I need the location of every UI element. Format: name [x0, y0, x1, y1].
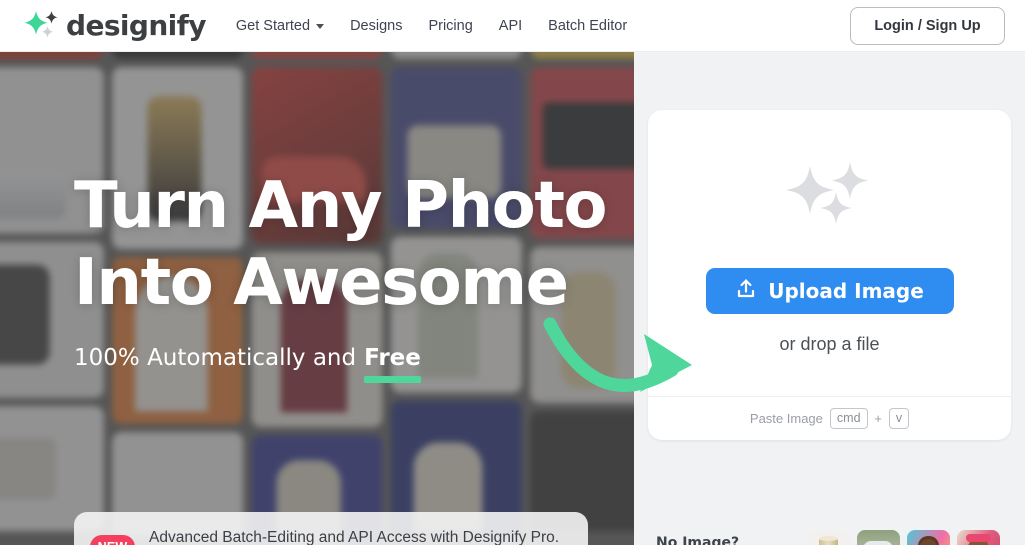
page-title: Turn Any Photo Into Awesome: [74, 168, 607, 323]
sample-thumbnails: [807, 530, 1001, 545]
paste-image-label: Paste Image: [749, 411, 823, 426]
logo[interactable]: designify: [20, 9, 207, 43]
promo-banner-text: Advanced Batch-Editing and API Access wi…: [149, 529, 560, 545]
key-v: v: [888, 407, 910, 430]
nav-item-get-started[interactable]: Get Started: [235, 17, 325, 34]
nav-label: Get Started: [235, 17, 311, 34]
nav-item-api[interactable]: API: [499, 18, 522, 34]
subtitle-highlight: Free: [364, 344, 421, 383]
drop-file-text: or drop a file: [779, 334, 880, 354]
headline-line-1: Turn Any Photo: [74, 169, 607, 243]
upload-button-label: Upload Image: [768, 279, 924, 303]
nav-item-designs[interactable]: Designs: [350, 18, 402, 34]
nav-item-pricing[interactable]: Pricing: [428, 18, 472, 34]
woman-portrait-thumbnail[interactable]: [957, 530, 1001, 545]
login-signup-button[interactable]: Login / Sign Up: [850, 7, 1005, 45]
paste-image-hint: Paste Image cmd + v: [648, 396, 1011, 440]
nav-item-batch-editor[interactable]: Batch Editor: [548, 18, 627, 34]
sparkles-icon: [780, 158, 880, 230]
sample-label-line-1: No Image?: [656, 535, 740, 545]
status-badge: NEW: [90, 535, 135, 545]
man-portrait-thumbnail[interactable]: [907, 530, 951, 545]
key-cmd: cmd: [829, 407, 868, 430]
hero-copy: Turn Any Photo Into Awesome 100% Automat…: [74, 168, 607, 383]
beige-can-thumbnail[interactable]: [807, 530, 851, 545]
site-header: designify Get Started Designs Pricing AP…: [0, 0, 1025, 52]
logo-sparkle-icon: [20, 9, 62, 43]
upload-icon: [735, 278, 757, 305]
headline-line-2: Into Awesome: [74, 246, 569, 321]
upload-image-button[interactable]: Upload Image: [705, 268, 954, 314]
hero-section: Turn Any Photo Into Awesome 100% Automat…: [0, 52, 634, 545]
logo-text: designify: [66, 9, 207, 42]
main-nav: Get Started Designs Pricing API Batch Ed…: [236, 18, 627, 34]
designify-landing-page: designify Get Started Designs Pricing AP…: [0, 0, 1025, 545]
chevron-down-icon: [316, 24, 325, 29]
sample-images-section: No Image? Try one of these:: [656, 530, 1001, 545]
underline-accent: [364, 375, 421, 383]
key-plus: +: [874, 411, 882, 426]
upload-panel: Upload Image or drop a file Paste Image …: [634, 52, 1025, 545]
upload-dropzone-card[interactable]: Upload Image or drop a file Paste Image …: [648, 110, 1011, 440]
promo-banner[interactable]: NEW Advanced Batch-Editing and API Acces…: [74, 512, 588, 545]
subtitle-highlight-text: Free: [364, 344, 421, 371]
hero-subtitle: 100% Automatically and Free: [74, 344, 606, 383]
sample-images-label: No Image? Try one of these:: [656, 533, 789, 545]
subtitle-prefix: 100% Automatically and: [74, 344, 357, 371]
white-car-thumbnail[interactable]: [857, 530, 901, 545]
